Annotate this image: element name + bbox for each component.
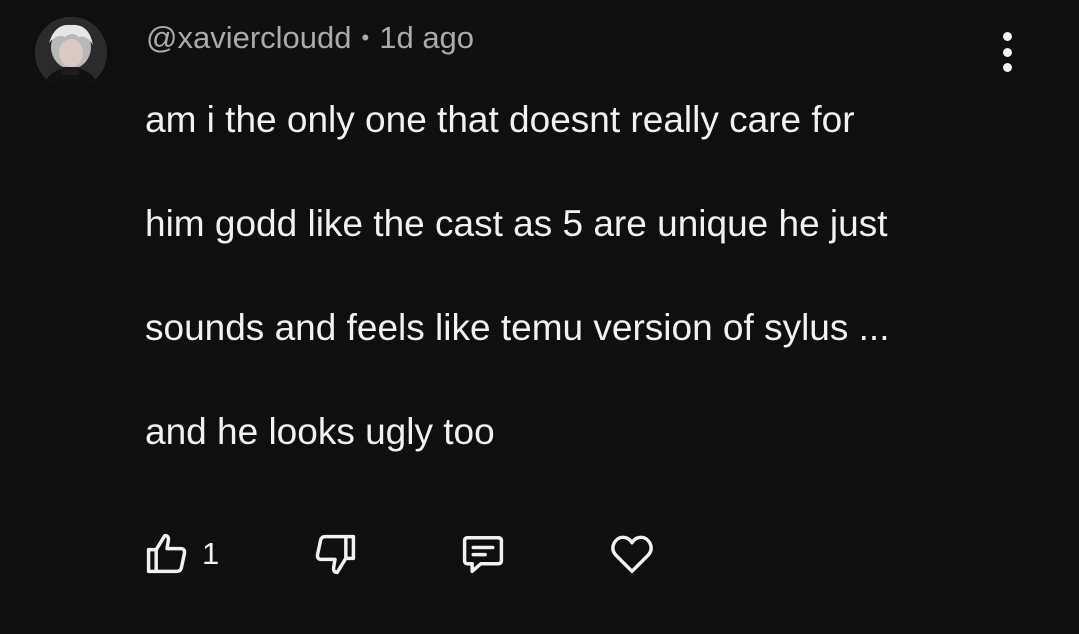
comment-line: am i the only one that doesnt really car… (145, 99, 855, 140)
heart-icon (611, 535, 653, 574)
reply-comment-icon (462, 536, 504, 574)
thumb-down-icon (315, 534, 356, 575)
more-options-button[interactable] (985, 32, 1029, 72)
comment-line: and he looks ugly too (145, 411, 495, 452)
comment-line: sounds and feels like temu version of sy… (145, 307, 890, 348)
author-handle[interactable]: @xaviercloudd (146, 20, 352, 56)
comment-card: @xaviercloudd • 1d ago am i the only one… (0, 0, 1079, 634)
more-vert-icon-dot (1002, 32, 1012, 41)
thumb-up-icon (146, 533, 187, 574)
comment-timestamp[interactable]: 1d ago (379, 20, 474, 56)
meta-separator: • (361, 25, 370, 50)
comment-meta: @xaviercloudd • 1d ago (146, 18, 474, 58)
more-vert-icon-dot (1002, 47, 1012, 57)
comment-text: am i the only one that doesnt really car… (145, 94, 1045, 510)
heart-button[interactable] (604, 528, 660, 580)
more-vert-icon-dot (1002, 63, 1012, 72)
like-count: 1 (202, 536, 220, 571)
avatar-image (35, 17, 107, 89)
like-button[interactable]: 1 (140, 528, 219, 580)
comment-line: him godd like the cast as 5 are unique h… (145, 203, 888, 244)
dislike-button[interactable] (308, 528, 362, 580)
author-avatar[interactable] (35, 17, 107, 89)
reply-button[interactable] (456, 528, 510, 580)
